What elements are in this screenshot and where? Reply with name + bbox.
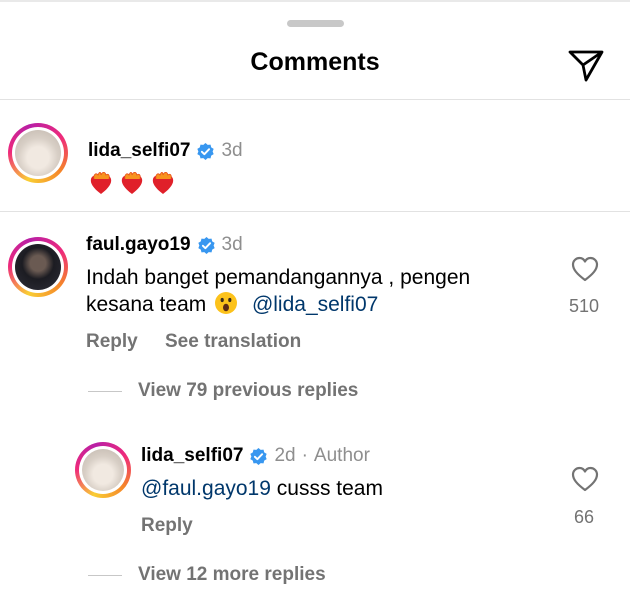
verified-badge-icon: [197, 236, 215, 254]
share-button[interactable]: [566, 45, 606, 85]
heart-on-fire-icon: [90, 171, 112, 194]
view-more-replies-button[interactable]: View 12 more replies: [138, 564, 326, 586]
comment-header: faul.gayo19 3d: [86, 234, 243, 256]
avatar[interactable]: [8, 123, 68, 183]
timestamp: 3d: [221, 234, 243, 255]
avatar[interactable]: [75, 442, 131, 498]
send-icon: [568, 50, 604, 82]
separator-dot: ·: [301, 445, 308, 466]
author-tag: Author: [313, 445, 370, 466]
like-count: 66: [573, 507, 595, 527]
heart-on-fire-icon: [121, 171, 143, 194]
view-previous-replies-button[interactable]: View 79 previous replies: [138, 380, 358, 402]
header-divider: [0, 99, 630, 100]
page-title: Comments: [250, 48, 380, 76]
comment-divider: [0, 211, 630, 212]
top-edge: [0, 0, 630, 2]
verified-badge-icon: [250, 447, 268, 465]
comment-text-line: Indah banget pemandangannya , pengen: [86, 266, 471, 289]
heart-on-fire-icon: [152, 171, 174, 194]
comment-text-part: kesana team: [86, 293, 207, 316]
reply-text: @faul.gayo19 cusss team: [141, 476, 383, 502]
replies-divider-line: [88, 391, 122, 392]
mention-link[interactable]: @lida_selfi07: [252, 293, 378, 316]
reply-button[interactable]: Reply: [141, 515, 193, 537]
comment-emoji-row: [88, 170, 181, 196]
see-translation-button[interactable]: See translation: [165, 331, 301, 353]
reply-button[interactable]: Reply: [86, 331, 138, 353]
comment-header: lida_selfi07 3d: [88, 140, 243, 162]
like-count: 510: [568, 296, 600, 316]
timestamp: 2d: [274, 445, 296, 466]
comment-text: Indah banget pemandangannya , pengen kes…: [86, 265, 470, 318]
reply-text-body: cusss team: [276, 477, 383, 500]
like-heart-icon[interactable]: [571, 256, 599, 282]
astonished-face-icon: [215, 292, 238, 314]
sheet-drag-handle[interactable]: [287, 20, 344, 27]
mention-link[interactable]: @faul.gayo19: [141, 477, 271, 500]
username[interactable]: faul.gayo19: [86, 234, 191, 256]
reply-header: lida_selfi07 2d · Author: [141, 445, 370, 467]
username[interactable]: lida_selfi07: [88, 140, 190, 162]
username[interactable]: lida_selfi07: [141, 445, 243, 467]
replies-divider-line: [88, 575, 122, 576]
timestamp: 3d: [221, 140, 243, 161]
comment-text-line: kesana team @lida_selfi07: [86, 291, 470, 318]
verified-badge-icon: [197, 142, 215, 160]
avatar[interactable]: [8, 237, 68, 297]
like-heart-icon[interactable]: [571, 466, 599, 492]
